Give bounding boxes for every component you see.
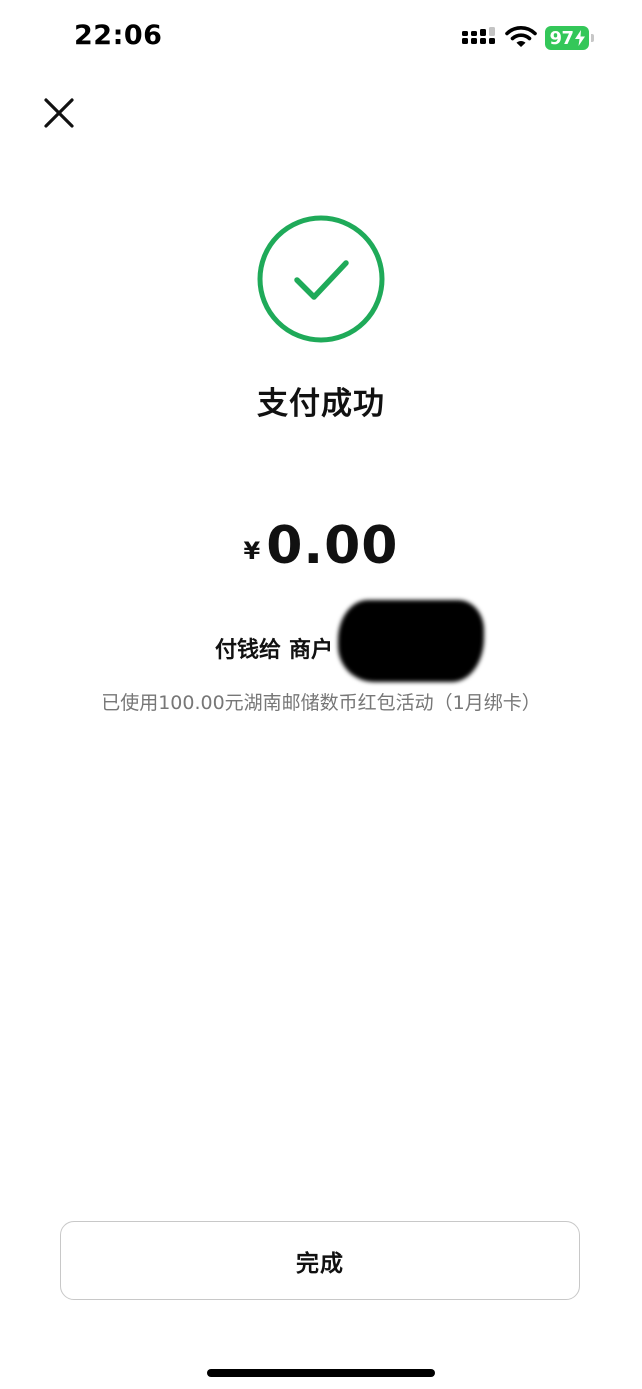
redacted-merchant-name	[338, 600, 484, 682]
status-time: 22:06	[74, 20, 163, 51]
battery-tip	[591, 34, 594, 42]
promo-note: 已使用100.00元湖南邮储数币红包活动（1月绑卡）	[101, 692, 541, 714]
amount-row: ¥0.00	[0, 516, 642, 576]
done-button[interactable]: 完成	[60, 1221, 580, 1300]
home-indicator	[207, 1369, 435, 1377]
wifi-icon	[505, 26, 537, 47]
status-bar: 22:06 97	[0, 0, 642, 80]
battery-indicator: 97	[545, 26, 595, 50]
close-button[interactable]	[36, 90, 82, 136]
currency-symbol: ¥	[243, 537, 261, 565]
battery-level: 97	[545, 26, 589, 50]
close-icon	[44, 98, 74, 128]
payee-label: 付钱给	[215, 638, 282, 663]
payment-amount: 0.00	[266, 516, 399, 576]
payee-name: 商户	[289, 638, 334, 663]
battery-percentage: 97	[549, 27, 574, 49]
payment-success-title: 支付成功	[257, 386, 385, 422]
charging-bolt-icon	[574, 30, 585, 46]
payee-row: 付钱给 商户	[215, 632, 333, 668]
cellular-signal-icon	[462, 27, 495, 44]
check-circle-icon	[257, 215, 385, 343]
